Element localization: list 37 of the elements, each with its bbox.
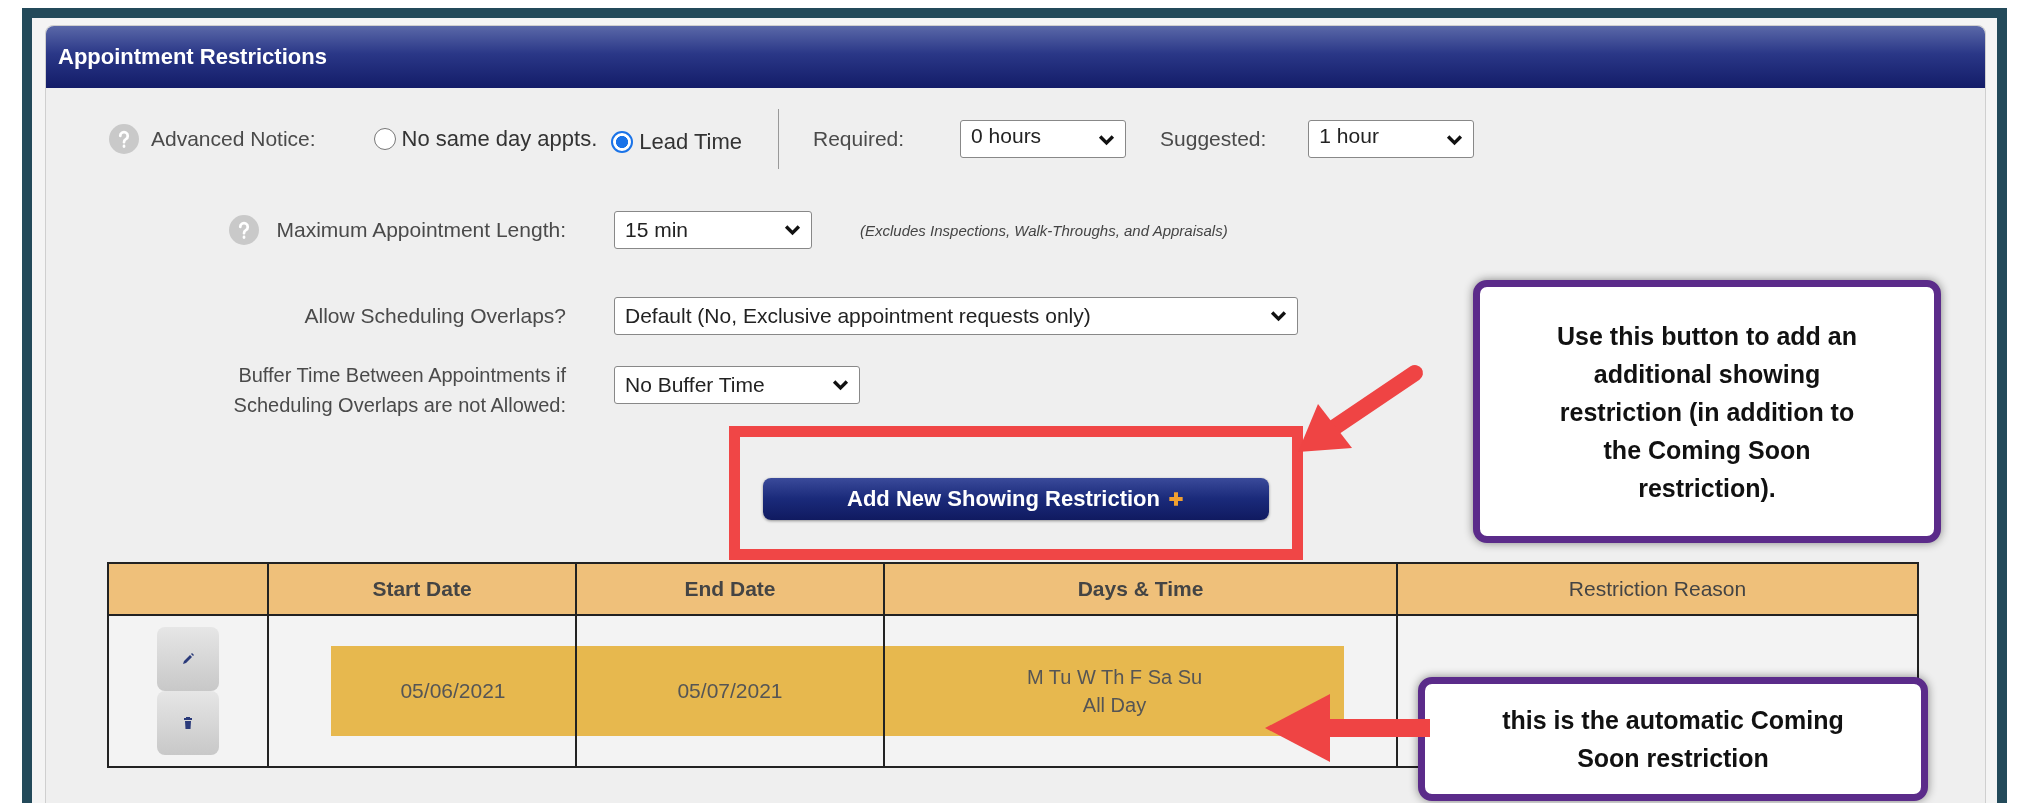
table-cell-text: All Day: [1082, 693, 1147, 718]
chevron-down-icon: [1270, 310, 1287, 322]
buffer-dropdown[interactable]: No Buffer Time: [614, 366, 860, 404]
column-header: End Date: [576, 563, 884, 615]
callout-text: Use this button to add an additional showing restriction (in addition to the Coming Soon restriction).: [1556, 320, 1858, 504]
field-label: Required:: [813, 127, 905, 151]
add-restriction-button[interactable]: Add New Showing Restriction: [762, 478, 1269, 520]
callout-text: this is the automatic Coming Soon restriction: [1501, 705, 1845, 774]
table-cell-text: M Tu W Th F Sa Su: [1026, 665, 1203, 690]
field-label: Allow Scheduling Overlaps?: [304, 304, 566, 328]
overlaps-dropdown[interactable]: Default (No, Exclusive appointment requests only): [614, 297, 1298, 335]
hours-dropdown[interactable]: 0 hours: [960, 120, 1127, 158]
field-note: (Excludes Inspections, Walk-Throughs, and Appraisals): [860, 221, 1228, 239]
field-label: Maximum Appointment Length:: [276, 218, 566, 242]
pencil-icon: [180, 651, 196, 667]
plus-icon: [1167, 491, 1184, 507]
column-header: Days & Time: [884, 563, 1397, 615]
panel-title: Appointment Restrictions: [58, 44, 327, 70]
chevron-down-icon: [832, 379, 849, 391]
column-header: Restriction Reason: [1397, 563, 1918, 615]
table-cell: 05/07/2021: [677, 679, 783, 703]
chevron-down-icon: [1446, 134, 1464, 146]
length-dropdown[interactable]: 15 min: [614, 211, 812, 249]
table-cell: 05/06/2021: [400, 679, 506, 703]
field-label: Suggested:: [1160, 127, 1267, 151]
column-header: Start Date: [268, 563, 576, 615]
help-icon[interactable]: [228, 215, 259, 245]
field-label: Advanced Notice:: [151, 127, 316, 151]
field-label: Buffer Time Between Appointments if Scheduling Overlaps are not Allowed:: [233, 363, 566, 418]
chevron-down-icon: [1098, 134, 1116, 146]
hours-dropdown[interactable]: 1 hour: [1308, 120, 1475, 158]
chevron-down-icon: [784, 224, 801, 236]
edit-button[interactable]: [157, 627, 219, 691]
delete-button[interactable]: [157, 691, 219, 755]
radio-option[interactable]: Lead Time: [611, 129, 742, 155]
help-icon[interactable]: [109, 124, 139, 154]
radio-option[interactable]: No same day appts.: [373, 126, 598, 152]
